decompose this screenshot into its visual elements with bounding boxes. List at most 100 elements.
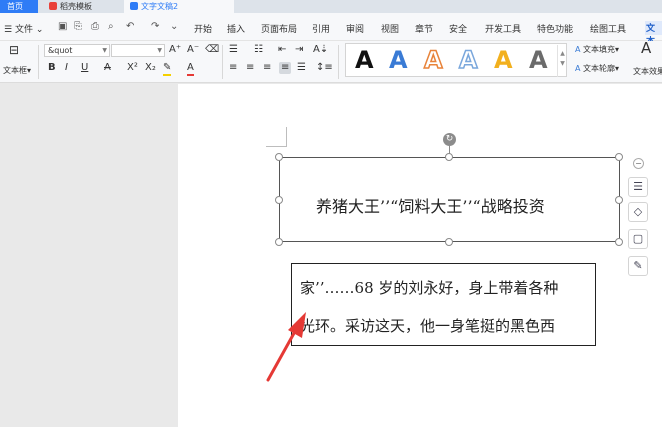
resize-handle-bottom-right[interactable] xyxy=(615,238,623,246)
print-preview-icon[interactable]: ⌕ xyxy=(108,21,114,32)
menu-file[interactable]: ☰ 文件 ⌄ xyxy=(4,22,43,35)
shrink-font-icon[interactable]: A⁻ xyxy=(187,44,199,56)
font-name-value: &quot xyxy=(48,46,73,55)
textbox-2-line-2[interactable]: 光环。采访这天，他一身笔挺的黑色西 xyxy=(300,315,555,336)
menu-special-features[interactable]: 特色功能 xyxy=(537,22,573,35)
align-justify-icon[interactable]: ≡ xyxy=(279,62,292,74)
resize-handle-top-right[interactable] xyxy=(615,153,623,161)
distributed-align-icon[interactable]: ☰ xyxy=(297,62,306,74)
subscript-button[interactable]: X₂ xyxy=(145,62,156,74)
pen-edit-icon[interactable]: ✎ xyxy=(628,256,648,276)
menu-review[interactable]: 审阅 xyxy=(346,22,364,35)
resize-handle-right[interactable] xyxy=(615,196,623,204)
font-size-select[interactable]: ▼ xyxy=(111,44,165,57)
font-color-icon[interactable]: A xyxy=(187,62,194,76)
tab-daoke-templates[interactable]: 稻壳模板 xyxy=(44,0,120,13)
save-icon[interactable]: ▣ xyxy=(58,21,67,32)
red-arrow-annotation xyxy=(266,312,306,382)
rotate-handle-icon[interactable]: ↻ xyxy=(443,133,456,146)
grow-font-icon[interactable]: A⁺ xyxy=(169,44,181,56)
underline-button[interactable]: U xyxy=(81,62,88,74)
page-margin-mark xyxy=(286,127,287,147)
chevron-down-icon: ▼ xyxy=(102,47,107,54)
gallery-scroll[interactable]: ▲ ▼ xyxy=(557,45,567,77)
print-icon[interactable]: ⎙ xyxy=(91,21,99,32)
tab-document-label: 文字文稿2 xyxy=(141,2,179,11)
text-style-black[interactable]: A xyxy=(355,44,374,76)
chevron-down-icon: ▼ xyxy=(157,47,162,54)
document-page[interactable] xyxy=(178,84,662,427)
textbox-menu[interactable]: 文本框▾ xyxy=(3,65,31,76)
resize-handle-bottom-left[interactable] xyxy=(275,238,283,246)
numbered-list-icon[interactable]: ☷ xyxy=(254,44,263,56)
decrease-indent-icon[interactable]: ⇤ xyxy=(278,44,286,56)
menu-chapter[interactable]: 章节 xyxy=(415,22,433,35)
bold-button[interactable]: B xyxy=(48,62,56,74)
tab-home-label: 首页 xyxy=(7,2,23,11)
shape-outline-icon[interactable]: ▢ xyxy=(628,229,648,249)
text-style-blue[interactable]: A xyxy=(389,44,408,76)
tab-home[interactable]: 首页 xyxy=(0,0,38,13)
menu-view[interactable]: 视图 xyxy=(381,22,399,35)
resize-handle-top-left[interactable] xyxy=(275,153,283,161)
align-left-icon[interactable]: ≡ xyxy=(229,62,237,74)
menu-reference[interactable]: 引用 xyxy=(312,22,330,35)
text-effect-label[interactable]: 文本效果 xyxy=(633,66,662,77)
more-icon[interactable]: ⌄ xyxy=(170,21,178,32)
menu-page-layout[interactable]: 页面布局 xyxy=(261,22,297,35)
italic-button[interactable]: I xyxy=(65,62,68,74)
tab-document[interactable]: 文字文稿2 xyxy=(124,0,234,13)
text-style-light-blue-outline[interactable]: A xyxy=(458,44,478,76)
menu-security[interactable]: 安全 xyxy=(449,22,467,35)
menu-bar: ☰ 文件 ⌄ ▣ ⎘ ⎙ ⌕ ↶ ↷ ⌄ 开始 插入 页面布局 引用 审阅 视图… xyxy=(0,13,662,47)
textbox-label: 文本框 xyxy=(3,66,27,75)
export-icon[interactable]: ⎘ xyxy=(74,21,82,32)
ribbon-separator xyxy=(338,45,339,79)
resize-handle-left[interactable] xyxy=(275,196,283,204)
undo-icon[interactable]: ↶ xyxy=(126,21,134,32)
window-tab-bar: 首页 稻壳模板 文字文稿2 xyxy=(0,0,662,13)
chevron-down-icon: ▼ xyxy=(560,60,565,67)
layout-options-icon[interactable]: ☰ xyxy=(628,177,648,197)
menu-start[interactable]: 开始 xyxy=(194,22,212,35)
line-spacing-icon[interactable]: ↕≡ xyxy=(316,62,333,74)
textbox-2-line-1[interactable]: 家’’……68 岁的刘永好，身上带着各种 xyxy=(300,277,558,298)
text-effect-icon[interactable]: A xyxy=(641,41,651,56)
ribbon-separator xyxy=(222,45,223,79)
textbox-icon[interactable]: ⊟ xyxy=(9,44,19,56)
arrow-head xyxy=(288,312,306,338)
text-style-gray[interactable]: A xyxy=(529,44,548,76)
redo-icon[interactable]: ↷ xyxy=(151,21,159,32)
align-right-icon[interactable]: ≡ xyxy=(263,62,271,74)
page-margin-mark xyxy=(266,146,286,147)
highlight-icon[interactable]: ✎ xyxy=(163,62,172,76)
increase-indent-icon[interactable]: ⇥ xyxy=(295,44,303,56)
menu-insert[interactable]: 插入 xyxy=(227,22,245,35)
superscript-button[interactable]: X² xyxy=(127,62,138,74)
tab-daoke-label: 稻壳模板 xyxy=(60,2,92,11)
align-center-icon[interactable]: ≡ xyxy=(246,62,254,74)
document-w-icon xyxy=(130,2,138,10)
clear-format-icon[interactable]: ⌫ xyxy=(205,44,219,56)
textbox-1-text[interactable]: 养猪大王’’“饲料大王’’“战略投资 xyxy=(316,193,545,217)
text-outline-menu[interactable]: A 文本轮廓▾ xyxy=(575,63,619,75)
menu-developer-tools[interactable]: 开发工具 xyxy=(485,22,521,35)
collapse-toolbar-icon[interactable]: − xyxy=(633,158,644,169)
resize-handle-top[interactable] xyxy=(445,153,453,161)
text-fill-label: 文本填充 xyxy=(583,45,616,54)
daoke-logo-icon xyxy=(49,2,57,10)
resize-handle-bottom[interactable] xyxy=(445,238,453,246)
text-direction-icon[interactable]: A⇣ xyxy=(313,44,328,56)
menu-text-tools[interactable]: 文本 xyxy=(645,21,662,47)
shape-fill-icon[interactable]: ◇ xyxy=(628,202,648,222)
text-style-gallery: A A A A A A ▲ ▼ xyxy=(345,43,567,77)
menu-drawing-tools[interactable]: 绘图工具 xyxy=(590,22,626,35)
font-name-select[interactable]: &quot ▼ xyxy=(44,44,110,57)
ribbon-separator xyxy=(38,45,39,79)
text-fill-menu[interactable]: A 文本填充▾ xyxy=(575,44,619,56)
text-style-gold[interactable]: A xyxy=(494,44,513,76)
bullet-list-icon[interactable]: ☰ xyxy=(229,44,238,56)
text-style-orange-outline[interactable]: A xyxy=(423,44,443,76)
strikethrough-button[interactable]: A xyxy=(104,62,111,74)
text-outline-label: 文本轮廓 xyxy=(583,64,616,73)
